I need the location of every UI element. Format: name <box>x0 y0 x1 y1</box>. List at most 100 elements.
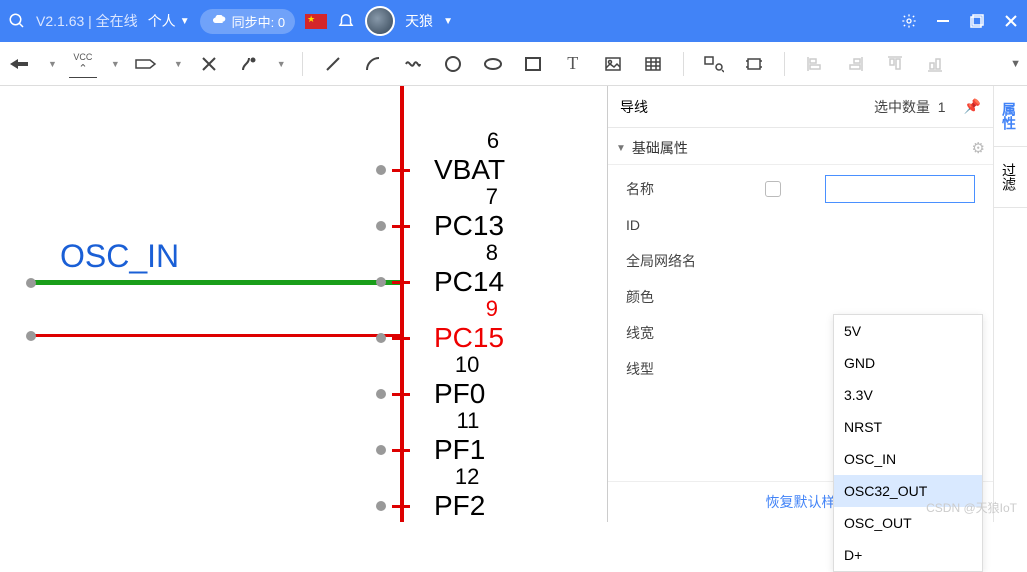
prop-label: 线宽 <box>626 323 726 343</box>
canvas[interactable]: OSC_IN 6VBAT 7PC13 8PC14 9PC15 10PF0 11PF1 12P… <box>0 86 607 522</box>
toolbar: ▼ VCC⌃ ▼ ▼ ▼ T ▼ <box>0 42 1027 86</box>
tab-filter[interactable]: 过滤 <box>994 147 1027 208</box>
panel-tabs: 属性 过滤 <box>993 86 1027 522</box>
chevron-down-icon[interactable]: ▼ <box>443 16 453 27</box>
tool-bus[interactable] <box>235 50 263 78</box>
prop-name-row: 名称 <box>608 171 993 207</box>
pin-9[interactable]: 9PC15 <box>382 322 504 354</box>
tool-arc[interactable] <box>359 50 387 78</box>
pin-10[interactable]: 10PF0 <box>382 378 485 410</box>
pin-label: PF0 <box>434 378 485 410</box>
pin-11[interactable]: 11PF1 <box>382 434 485 466</box>
prop-label: 名称 <box>626 179 726 199</box>
chevron-down-icon[interactable]: ▼ <box>111 59 120 69</box>
name-input[interactable] <box>825 175 975 203</box>
prop-id-row: ID <box>608 207 993 243</box>
dropdown-option[interactable]: GND <box>834 347 982 379</box>
align-bottom[interactable] <box>921 50 949 78</box>
wire-endpoint[interactable] <box>26 331 36 341</box>
checkbox[interactable] <box>765 181 781 197</box>
count-label: 选中数量 <box>874 99 930 115</box>
search-icon[interactable] <box>8 12 26 30</box>
tool-circle[interactable] <box>439 50 467 78</box>
pin-icon[interactable]: 📌 <box>964 98 981 115</box>
pin-12[interactable]: 12PF2 <box>382 490 485 522</box>
tool-arrow[interactable] <box>6 50 34 78</box>
pin-label: PF2 <box>434 490 485 522</box>
tool-rect[interactable] <box>519 50 547 78</box>
prop-label: ID <box>626 217 726 233</box>
pin-label: PC14 <box>434 266 504 298</box>
tool-text[interactable]: T <box>559 50 587 78</box>
tool-net-port[interactable] <box>132 50 160 78</box>
titlebar: V2.1.63 | 全在线 个人 ▼ 同步中: 0 天狼 ▼ <box>0 0 1027 42</box>
prop-label: 线型 <box>626 359 726 379</box>
watermark: CSDN @天狼IoT <box>926 499 1017 516</box>
chevron-down-icon: ▼ <box>180 16 190 27</box>
pin-label: VBAT <box>434 154 505 186</box>
flag-cn-icon[interactable] <box>305 14 327 29</box>
section-title: 基础属性 <box>632 138 688 158</box>
sync-badge[interactable]: 同步中: 0 <box>200 9 295 34</box>
pin-label: PC13 <box>434 210 504 242</box>
tool-noconnect[interactable] <box>195 50 223 78</box>
gear-icon[interactable]: ⚙ <box>972 139 985 157</box>
prop-label: 全局网络名 <box>626 251 726 271</box>
prop-netname-row: 全局网络名 <box>608 243 993 279</box>
divider <box>784 52 785 76</box>
workspace-selector[interactable]: 个人 ▼ <box>148 11 190 31</box>
tool-vcc[interactable]: VCC⌃ <box>69 50 97 78</box>
tab-properties[interactable]: 属性 <box>994 86 1027 147</box>
dropdown-option[interactable]: OSC_IN <box>834 443 982 475</box>
workspace-label: 个人 <box>148 11 176 31</box>
wire-osc-in[interactable] <box>30 280 400 285</box>
pin-label: PF1 <box>434 434 485 466</box>
sync-text: 同步中: 0 <box>232 12 285 31</box>
count-value: 1 <box>938 99 946 115</box>
bell-icon[interactable] <box>337 11 355 32</box>
prop-color-row: 颜色 <box>608 279 993 315</box>
pin-8[interactable]: 8PC14 <box>382 266 504 298</box>
properties-panel: 导线 选中数量 1 📌 ▼ 基础属性 ⚙ 名称 ID 全局网络 <box>607 86 1027 522</box>
tool-drc[interactable] <box>700 50 728 78</box>
triangle-down-icon: ▼ <box>616 143 626 154</box>
divider <box>683 52 684 76</box>
wire-selected[interactable] <box>30 334 400 337</box>
tool-curve[interactable] <box>399 50 427 78</box>
username: 天狼 <box>405 11 433 31</box>
dropdown-option[interactable]: 3.3V <box>834 379 982 411</box>
chevron-down-icon[interactable]: ▼ <box>277 59 286 69</box>
dropdown-option[interactable]: NRST <box>834 411 982 443</box>
prop-label: 颜色 <box>626 287 726 307</box>
tool-ellipse[interactable] <box>479 50 507 78</box>
pin-label: PC15 <box>434 322 504 354</box>
settings-icon[interactable] <box>901 13 917 29</box>
dropdown-option[interactable]: 5V <box>834 315 982 347</box>
tool-package[interactable] <box>740 50 768 78</box>
close-button[interactable] <box>1003 13 1019 29</box>
version-label: V2.1.63 | 全在线 <box>36 11 138 31</box>
pin-6[interactable]: 6VBAT <box>382 154 505 186</box>
align-left[interactable] <box>801 50 829 78</box>
net-label[interactable]: OSC_IN <box>60 238 179 275</box>
align-top[interactable] <box>881 50 909 78</box>
avatar[interactable] <box>365 6 395 36</box>
main: OSC_IN 6VBAT 7PC13 8PC14 9PC15 10PF0 11PF1 12P… <box>0 86 1027 522</box>
tool-line[interactable] <box>319 50 347 78</box>
wire-endpoint[interactable] <box>26 278 36 288</box>
dropdown-option[interactable]: D+ <box>834 539 982 571</box>
align-right[interactable] <box>841 50 869 78</box>
section-header[interactable]: ▼ 基础属性 ⚙ <box>608 132 993 165</box>
chevron-down-icon[interactable]: ▼ <box>174 59 183 69</box>
name-dropdown[interactable]: 5VGND3.3VNRSTOSC_INOSC32_OUTOSC_OUTD+ <box>833 314 983 572</box>
maximize-button[interactable] <box>969 13 985 29</box>
panel-header: 导线 选中数量 1 📌 <box>608 86 993 128</box>
minimize-button[interactable] <box>935 13 951 29</box>
pin-7[interactable]: 7PC13 <box>382 210 504 242</box>
tool-table[interactable] <box>639 50 667 78</box>
panel-title: 导线 <box>620 97 648 117</box>
tool-image[interactable] <box>599 50 627 78</box>
chevron-down-icon[interactable]: ▼ <box>48 59 57 69</box>
divider <box>302 52 303 76</box>
chevron-down-icon[interactable]: ▼ <box>1010 58 1021 70</box>
